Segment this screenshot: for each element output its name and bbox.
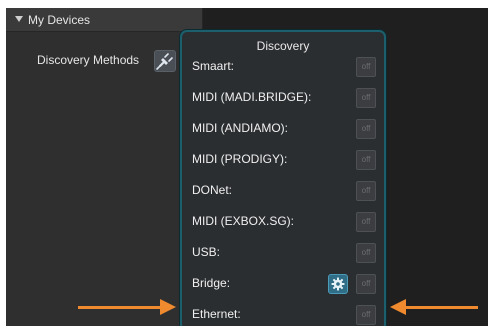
row-label: MIDI (EXBOX.SG):	[192, 214, 295, 228]
row-label: Ethernet:	[192, 307, 241, 321]
discovery-row-donet: DONet: off	[190, 180, 376, 202]
discovery-row-midi-prodigy: MIDI (PRODIGY): off	[190, 149, 376, 171]
row-label: DONet:	[192, 183, 233, 197]
devices-panel: My Devices Discovery Methods	[6, 8, 203, 326]
discovery-row-midi-exbox-sg: MIDI (EXBOX.SG): off	[190, 211, 376, 233]
discovery-row-midi-madi-bridge: MIDI (MADI.BRIDGE): off	[190, 87, 376, 109]
annotation-arrow-left-shaft	[78, 306, 162, 309]
midi-andiamo-toggle[interactable]: off	[356, 119, 376, 139]
row-label: Smaart:	[192, 59, 235, 73]
discovery-row-midi-andiamo: MIDI (ANDIAMO): off	[190, 118, 376, 140]
ethernet-toggle[interactable]: off	[356, 305, 376, 325]
gear-icon	[331, 277, 345, 291]
donet-toggle[interactable]: off	[356, 181, 376, 201]
row-label: MIDI (MADI.BRIDGE):	[192, 90, 312, 104]
popup-title: Discovery	[256, 39, 310, 53]
row-label: MIDI (PRODIGY):	[192, 152, 288, 166]
bridge-settings-button[interactable]	[328, 274, 348, 294]
discovery-row-ethernet: Ethernet: off	[190, 304, 376, 326]
discovery-row-usb: USB: off	[190, 242, 376, 264]
app-window: My Devices Discovery Methods Discovery S…	[6, 8, 488, 326]
arrow-right-icon	[160, 299, 176, 315]
bridge-toggle[interactable]: off	[356, 274, 376, 294]
midi-prodigy-toggle[interactable]: off	[356, 150, 376, 170]
triangle-down-icon[interactable]	[15, 16, 23, 22]
midi-exbox-sg-toggle[interactable]: off	[356, 212, 376, 232]
discovery-row-bridge: Bridge: off	[190, 273, 376, 295]
discovery-methods-button[interactable]	[154, 50, 176, 72]
row-label: Bridge:	[192, 276, 231, 290]
arrow-left-icon	[390, 299, 406, 315]
smaart-toggle[interactable]: off	[356, 57, 376, 77]
row-label: MIDI (ANDIAMO):	[192, 121, 288, 135]
discovery-popup: Discovery Smaart: off MIDI (MADI.BRIDGE)…	[180, 30, 386, 326]
plug-icon	[156, 53, 173, 70]
row-label: USB:	[192, 245, 221, 259]
discovery-row-smaart: Smaart: off	[190, 56, 376, 78]
my-devices-header[interactable]: My Devices	[6, 8, 202, 32]
discovery-methods-label: Discovery Methods	[37, 53, 140, 67]
midi-madi-bridge-toggle[interactable]: off	[356, 88, 376, 108]
usb-toggle[interactable]: off	[356, 243, 376, 263]
annotation-arrow-right-shaft	[404, 306, 478, 309]
my-devices-title: My Devices	[28, 13, 91, 27]
